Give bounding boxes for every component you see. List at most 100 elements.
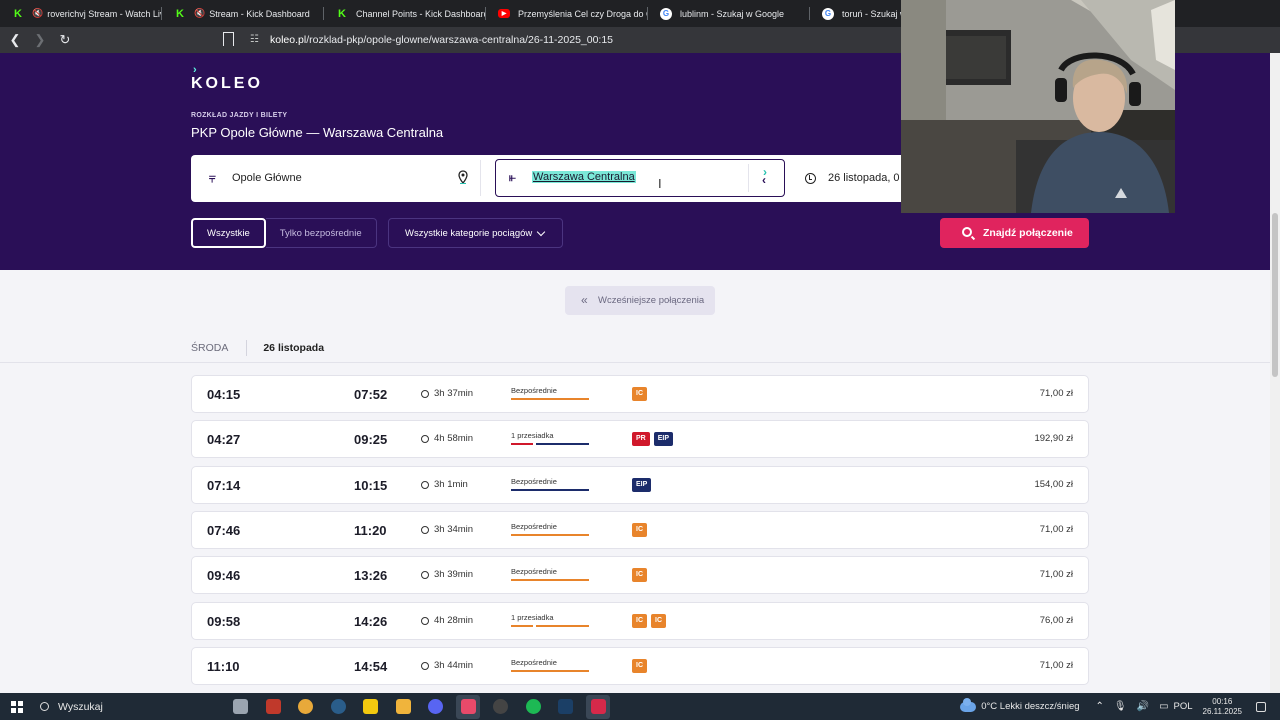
muted-icon[interactable]: 🔇	[194, 8, 205, 19]
filter-all-button[interactable]: Wszystkie	[191, 218, 266, 248]
reload-icon[interactable]: ↻	[55, 30, 75, 50]
taskbar: Wyszukaj 0°C Lekki deszcz/śnieg ⌃ 🎙 🔊 ▭ …	[0, 693, 1280, 720]
discord-icon[interactable]	[424, 695, 448, 719]
route-segment	[511, 489, 589, 491]
search-icon	[962, 227, 972, 237]
page-scrollbar[interactable]	[1270, 53, 1280, 693]
find-connection-button[interactable]: Znajdź połączenie	[940, 218, 1089, 248]
google-icon: G	[822, 7, 834, 20]
battery-icon[interactable]: ▭	[1159, 701, 1168, 712]
arrival-time: 13:26	[354, 568, 388, 583]
kick-icon: K	[14, 7, 22, 20]
notification-icon[interactable]	[1256, 701, 1266, 712]
to-station-field[interactable]: ⫦ Warszawa Centralna › ‹	[495, 159, 785, 197]
train-category-badge: IC	[651, 614, 666, 628]
notes-icon[interactable]	[359, 695, 383, 719]
browser-tab[interactable]: K 🔇 Stream - Kick Dashboard	[162, 0, 324, 27]
windows-start-icon[interactable]	[11, 700, 23, 713]
scrollbar-thumb[interactable]	[1272, 213, 1278, 377]
ticket-price: 76,00 zł	[1039, 615, 1073, 626]
clock-icon	[421, 525, 429, 534]
clock-icon	[805, 172, 816, 184]
chevron-up-icon[interactable]: ⌃	[1096, 701, 1104, 712]
back-icon[interactable]: ❮	[5, 30, 25, 50]
location-pin-icon[interactable]	[458, 170, 468, 184]
connection-type: 1 przesiadka	[511, 431, 554, 440]
browser-tab[interactable]: K Channel Points - Kick Dashboard	[324, 0, 486, 27]
connection-row[interactable]: 07:14 10:15 3h 1min Bezpośrednie 154,00 zł EI…	[191, 466, 1089, 504]
route-segment	[511, 579, 589, 581]
browser-tab[interactable]: K 🔇 roverichvj Stream - Watch Live o	[0, 0, 162, 27]
train-category-select[interactable]: Wszystkie kategorie pociągów	[388, 218, 563, 248]
earlier-connections-button[interactable]: « Wcześniejsze połączenia	[565, 286, 715, 315]
forward-icon[interactable]: ❯	[30, 30, 50, 50]
clock-icon	[421, 434, 429, 443]
browser-tab[interactable]: ▶ Przemyślenia Cel czy Droga do Celu	[486, 0, 648, 27]
steam-app-icon[interactable]	[554, 695, 578, 719]
obs-icon[interactable]	[489, 695, 513, 719]
folder-icon[interactable]	[391, 695, 415, 719]
connection-row[interactable]: 09:46 13:26 3h 39min Bezpośrednie 71,00 zł IC	[191, 556, 1089, 594]
browser-tab-title: roverichvj Stream - Watch Live o	[47, 8, 162, 19]
taskbar-time: 00:16	[1212, 696, 1233, 706]
route-segments-bar	[511, 579, 592, 581]
route-segment	[511, 625, 533, 627]
from-station-field[interactable]: ⫧ Opole Główne	[196, 160, 481, 196]
filter-direct-button[interactable]: Tylko bezpośrednie	[265, 218, 377, 248]
chrome-icon[interactable]	[294, 695, 318, 719]
route-segments-bar	[511, 534, 592, 536]
logo[interactable]: KOLEO	[191, 75, 263, 93]
train-category-badges: IC	[632, 523, 651, 537]
travel-duration: 3h 34min	[421, 524, 473, 535]
duration-text: 4h 58min	[434, 433, 474, 444]
connection-row[interactable]: 11:10 14:54 3h 44min Bezpośrednie 71,00 zł IC	[191, 647, 1089, 685]
weather-icon[interactable]	[960, 697, 977, 712]
train-category-badge: PR	[632, 432, 650, 446]
route-segments-bar	[511, 625, 592, 627]
ticket-price: 71,00 zł	[1039, 660, 1073, 671]
taskbar-date: 26.11.2025	[1202, 706, 1242, 716]
travel-duration: 4h 28min	[421, 615, 473, 626]
connection-type: Bezpośrednie	[511, 386, 557, 395]
taskbar-clock[interactable]: 00:16 26.11.2025	[1203, 697, 1242, 717]
text-cursor-icon: I	[658, 176, 662, 191]
connection-type: Bezpośrednie	[511, 567, 557, 576]
connection-filter: Wszystkie Tylko bezpośrednie	[191, 218, 377, 248]
swap-left-icon: ‹	[762, 173, 766, 187]
duration-text: 4h 28min	[434, 615, 474, 626]
date-field[interactable]: 26 listopada, 0	[795, 160, 905, 196]
language-indicator[interactable]: POL	[1174, 701, 1193, 712]
ticket-price: 71,00 zł	[1039, 388, 1073, 399]
ticket-price: 71,00 zł	[1039, 569, 1073, 580]
departure-time: 09:58	[207, 614, 241, 629]
microphone-icon[interactable]: 🎙	[1114, 701, 1127, 712]
opera-icon[interactable]	[456, 694, 480, 719]
ticket-price: 71,00 zł	[1039, 524, 1073, 535]
volume-icon[interactable]: 🔊	[1137, 701, 1149, 712]
streaming-app-icon[interactable]	[586, 694, 610, 719]
train-category-badge: IC	[632, 387, 647, 401]
connection-row[interactable]: 09:58 14:26 4h 28min 1 przesiadka 76,00 zł IC…	[191, 602, 1089, 640]
taskbar-search[interactable]: Wyszukaj	[40, 701, 220, 713]
route-segment	[536, 443, 589, 445]
bookmark-icon[interactable]	[223, 32, 234, 46]
muted-icon[interactable]: 🔇	[32, 8, 43, 19]
steam-icon[interactable]	[326, 695, 350, 719]
system-tray: 0°C Lekki deszcz/śnieg ⌃ 🎙 🔊 ▭ POL 00:16…	[960, 693, 1280, 720]
earlier-connections-label: Wcześniejsze połączenia	[598, 295, 705, 306]
connection-type: Bezpośrednie	[511, 477, 557, 486]
url-domain: koleo.pl	[270, 34, 307, 46]
train-category-badge: EIP	[653, 432, 674, 446]
swap-stations-button[interactable]: › ‹	[748, 164, 784, 192]
connection-row[interactable]: 04:15 07:52 3h 37min Bezpośrednie 71,00 zł IC	[191, 375, 1089, 413]
connection-row[interactable]: 04:27 09:25 4h 58min 1 przesiadka 192,90 zł P…	[191, 420, 1089, 458]
file-explorer-icon[interactable]	[229, 695, 253, 719]
site-info-icon[interactable]: ☷	[250, 34, 259, 45]
weather-text[interactable]: 0°C Lekki deszcz/śnieg	[981, 701, 1079, 712]
app-red-icon[interactable]	[261, 695, 285, 719]
train-category-badges: IC	[632, 387, 651, 401]
connection-row[interactable]: 07:46 11:20 3h 34min Bezpośrednie 71,00 zł IC	[191, 511, 1089, 549]
url-field[interactable]: koleo.pl/rozklad-pkp/opole-glowne/warsza…	[270, 34, 613, 46]
spotify-icon[interactable]	[521, 695, 545, 719]
browser-tab[interactable]: Glublinm - Szukaj w Google	[648, 0, 810, 27]
